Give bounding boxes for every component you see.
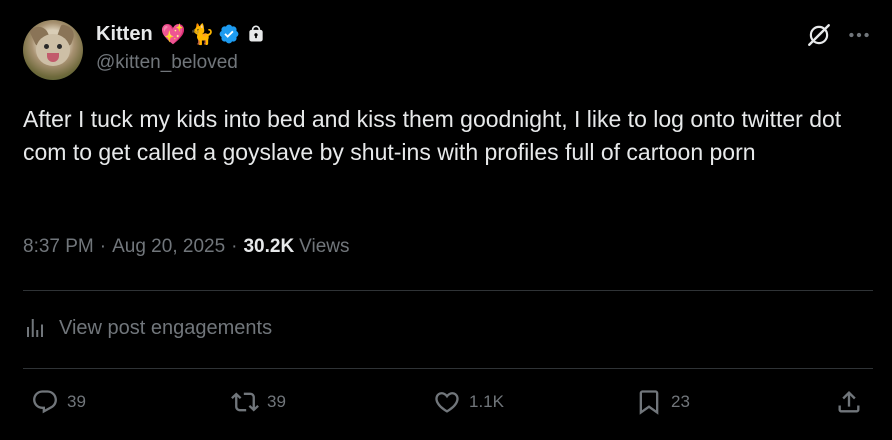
heart-emoji: 💖 bbox=[160, 22, 186, 46]
view-engagements-link[interactable]: View post engagements bbox=[23, 316, 272, 340]
like-count: 1.1K bbox=[469, 392, 504, 411]
reply-button[interactable]: 39 bbox=[31, 388, 86, 416]
retweet-button[interactable]: 39 bbox=[231, 388, 286, 416]
tweet-meta: 8:37 PM · Aug 20, 2025 · 30.2K Views bbox=[23, 236, 350, 258]
share-button[interactable] bbox=[835, 388, 863, 416]
retweet-icon bbox=[231, 392, 259, 412]
display-name[interactable]: Kitten bbox=[96, 23, 153, 46]
bookmark-icon bbox=[639, 390, 659, 415]
more-icon[interactable] bbox=[846, 22, 872, 48]
retweet-count: 39 bbox=[267, 392, 286, 411]
avatar-eye bbox=[44, 44, 49, 49]
meta-separator: · bbox=[99, 236, 107, 257]
avatar-eye bbox=[57, 44, 62, 49]
divider bbox=[23, 290, 873, 291]
tweet-text: After I tuck my kids into bed and kiss t… bbox=[23, 106, 842, 165]
author-handle[interactable]: @kitten_beloved bbox=[96, 52, 238, 74]
verified-badge-icon[interactable] bbox=[218, 23, 240, 45]
like-button[interactable]: 1.1K bbox=[433, 388, 504, 416]
bookmark-count: 23 bbox=[671, 392, 690, 411]
divider bbox=[23, 368, 873, 369]
tweet-date[interactable]: Aug 20, 2025 bbox=[112, 236, 225, 258]
heart-icon bbox=[435, 392, 459, 413]
avatar[interactable] bbox=[23, 20, 83, 80]
tweet-time[interactable]: 8:37 PM bbox=[23, 236, 94, 258]
grok-icon[interactable] bbox=[806, 22, 832, 48]
share-icon bbox=[838, 391, 860, 413]
reply-count: 39 bbox=[67, 392, 86, 411]
action-bar: 39 39 1.1K 23 bbox=[0, 388, 892, 422]
views-label: Views bbox=[299, 236, 350, 257]
lock-icon bbox=[249, 25, 264, 42]
reply-icon bbox=[33, 390, 57, 414]
meta-separator: · bbox=[231, 236, 238, 257]
views-count: 30.2K bbox=[243, 236, 295, 257]
cat-emoji: 🐈 bbox=[189, 22, 215, 46]
view-engagements-label: View post engagements bbox=[59, 316, 273, 339]
author-name-row: Kitten 💖 🐈 bbox=[96, 20, 266, 48]
bookmark-button[interactable]: 23 bbox=[635, 388, 690, 416]
analytics-icon bbox=[27, 319, 43, 337]
